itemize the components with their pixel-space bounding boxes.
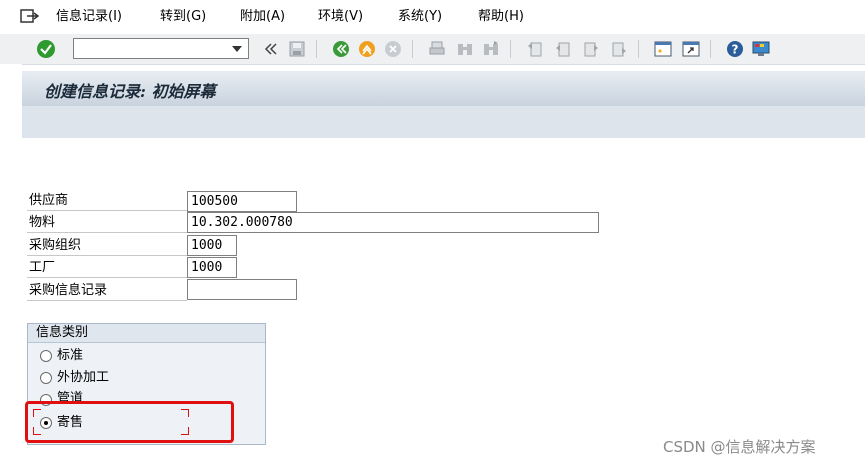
exit-icon[interactable] xyxy=(358,40,376,58)
next-page-icon[interactable] xyxy=(582,40,600,58)
back-icon[interactable] xyxy=(332,40,350,58)
label-underline xyxy=(27,300,187,301)
radio-standard[interactable] xyxy=(40,350,52,362)
save-icon[interactable] xyxy=(288,40,306,58)
menu-environment[interactable]: 环境(V) xyxy=(318,9,363,25)
label-underline xyxy=(27,232,187,233)
purchasing-org-input[interactable]: 1000 xyxy=(187,235,237,256)
shortcut-icon[interactable] xyxy=(682,40,700,58)
find-icon[interactable] xyxy=(456,40,474,58)
page-title: 创建信息记录: 初始屏幕 xyxy=(44,82,216,101)
new-session-icon[interactable] xyxy=(654,40,672,58)
focus-corner xyxy=(33,427,41,435)
application-toolbar xyxy=(22,106,865,139)
radio-consignment[interactable] xyxy=(40,417,52,429)
focus-corner xyxy=(181,409,189,417)
info-category-title: 信息类别 xyxy=(36,325,89,340)
cancel-icon[interactable] xyxy=(384,40,402,58)
vendor-label: 供应商 xyxy=(29,193,69,208)
toolbar-separator xyxy=(316,40,317,58)
find-next-icon[interactable] xyxy=(482,40,500,58)
purchasing-info-record-label: 采购信息记录 xyxy=(29,283,108,298)
menu-info-record[interactable]: 信息记录(I) xyxy=(56,9,122,25)
menu-system[interactable]: 系统(Y) xyxy=(398,9,442,25)
purchasing-org-label: 采购组织 xyxy=(29,238,82,253)
vendor-input[interactable]: 100500 xyxy=(187,191,297,212)
collapse-icon[interactable] xyxy=(262,40,280,58)
menu-bar: 信息记录(I) 转到(G) 附加(A) 环境(V) 系统(Y) 帮助(H) xyxy=(0,0,865,34)
system-menu-icon[interactable] xyxy=(18,8,40,24)
last-page-icon[interactable] xyxy=(610,40,628,58)
purchasing-info-record-input[interactable] xyxy=(187,279,297,300)
svg-text:?: ? xyxy=(732,43,739,57)
layout-icon[interactable] xyxy=(752,40,770,58)
radio-subcontracting-label[interactable]: 外协加工 xyxy=(57,370,109,386)
toolbar-separator xyxy=(710,40,711,58)
left-margin xyxy=(0,64,22,466)
radio-standard-label[interactable]: 标准 xyxy=(57,348,83,364)
focus-corner xyxy=(181,427,189,435)
material-input[interactable]: 10.302.000780 xyxy=(187,212,599,233)
toolbar-separator xyxy=(510,40,511,58)
info-category-header: 信息类别 xyxy=(28,324,265,343)
menu-help[interactable]: 帮助(H) xyxy=(478,9,524,25)
menu-extras[interactable]: 附加(A) xyxy=(240,9,285,25)
help-icon[interactable]: ? xyxy=(726,40,744,58)
command-dropdown-icon[interactable] xyxy=(232,46,242,52)
plant-input[interactable]: 1000 xyxy=(187,257,237,278)
focus-corner xyxy=(33,409,41,417)
toolbar-separator xyxy=(412,40,413,58)
plant-label: 工厂 xyxy=(29,260,56,275)
enter-icon[interactable] xyxy=(37,40,55,58)
first-page-icon[interactable] xyxy=(526,40,544,58)
toolbar-separator xyxy=(638,40,639,58)
watermark-text: CSDN @信息解决方案 xyxy=(663,438,816,456)
menu-goto[interactable]: 转到(G) xyxy=(160,9,206,25)
radio-consignment-label[interactable]: 寄售 xyxy=(57,415,83,431)
material-label: 物料 xyxy=(29,215,56,230)
print-icon[interactable] xyxy=(428,40,446,58)
label-underline xyxy=(27,255,187,256)
label-underline xyxy=(27,210,187,211)
prev-page-icon[interactable] xyxy=(554,40,572,58)
label-underline xyxy=(27,277,187,278)
command-field[interactable] xyxy=(73,38,249,59)
standard-toolbar: ? xyxy=(0,34,865,65)
radio-subcontracting[interactable] xyxy=(40,372,52,384)
